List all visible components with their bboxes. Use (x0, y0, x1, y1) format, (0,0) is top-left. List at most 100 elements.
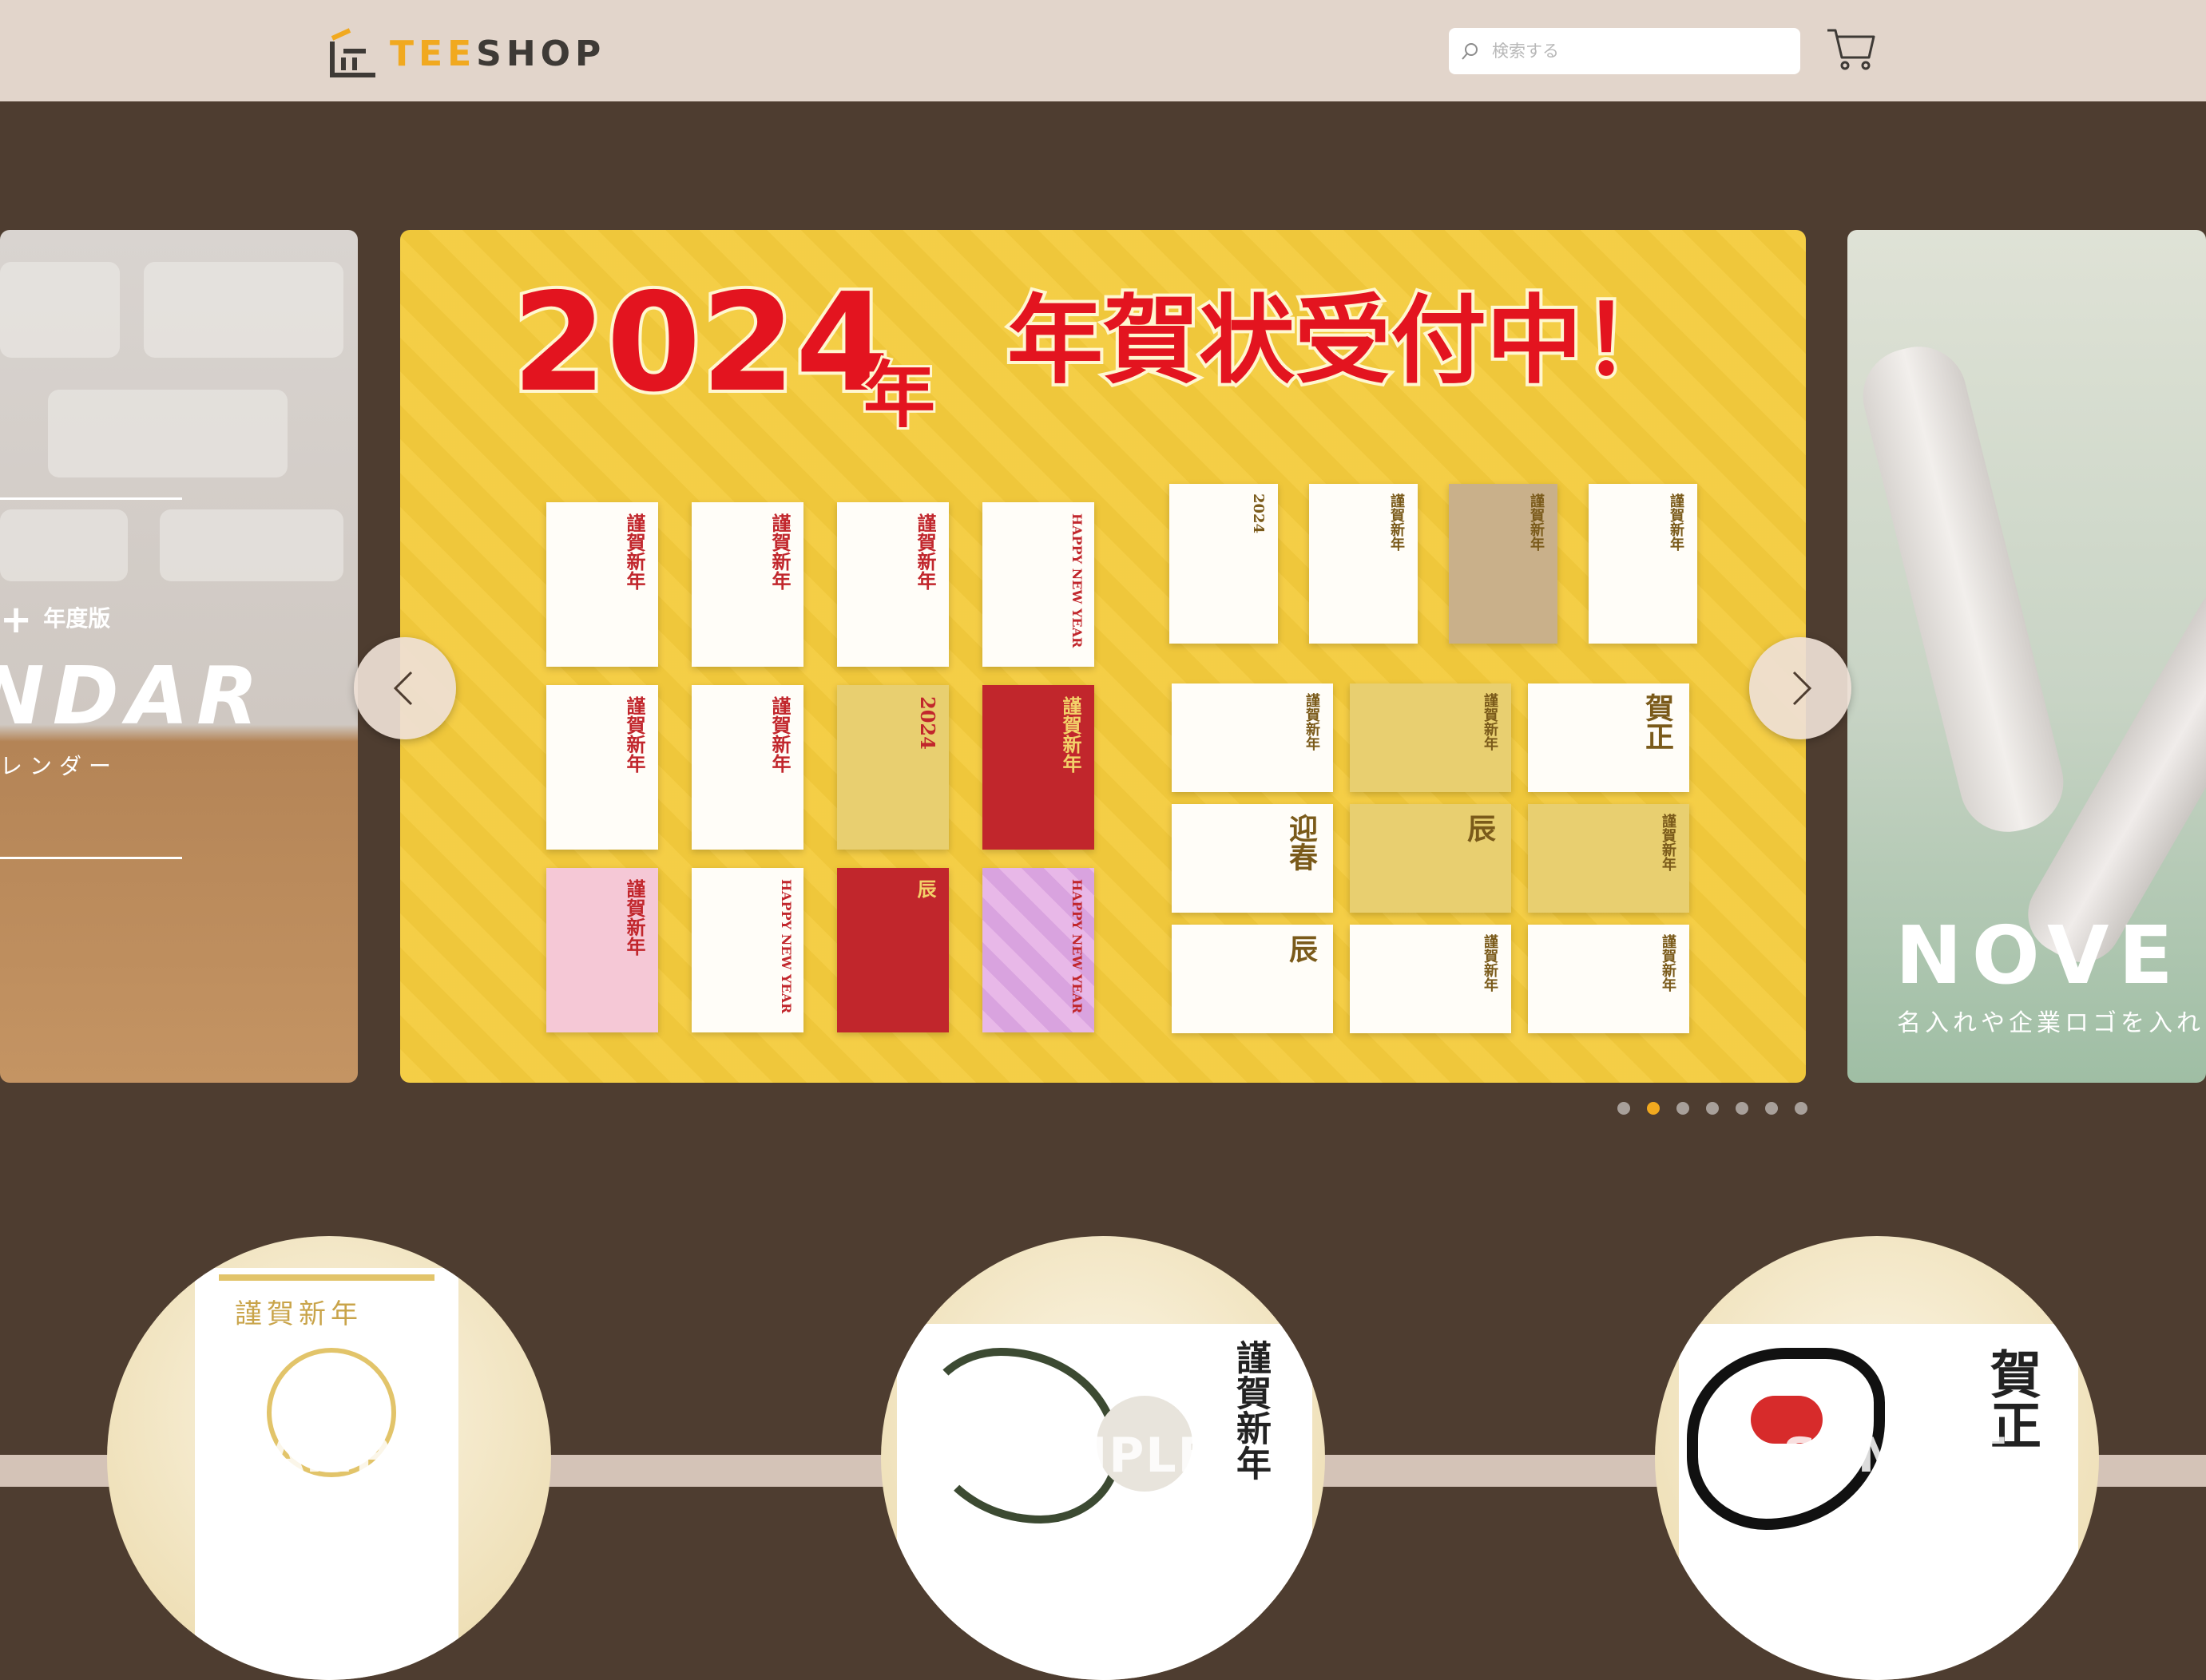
brick-decoration (0, 509, 128, 581)
divider-line (0, 857, 182, 859)
nengajo-card[interactable]: HAPPY NEW YEAR (692, 868, 803, 1032)
card-label: 謹賀新年 (235, 1298, 363, 1330)
site-logo[interactable]: TEESHOP (327, 26, 605, 81)
headline-year: 2024 (512, 270, 890, 422)
carousel-dot[interactable] (1765, 1102, 1778, 1115)
cart-icon[interactable] (1826, 24, 1877, 75)
card-text: 謹賀新年 (623, 513, 646, 590)
nengajo-card[interactable]: 謹賀新年 (1350, 925, 1511, 1033)
nengajo-card[interactable]: HAPPY NEW YEAR (982, 868, 1094, 1032)
chevron-right-icon (1792, 671, 1812, 706)
card-text: 辰 (1284, 934, 1318, 963)
card-text: 謹賀新年 (1528, 493, 1545, 551)
carousel-next-button[interactable] (1749, 637, 1851, 739)
logo-icon (330, 28, 375, 77)
search-input[interactable] (1490, 41, 1789, 61)
nengajo-card[interactable]: 謹賀新年 (1589, 484, 1697, 644)
calendar-subtitle: レンダー (0, 753, 119, 779)
plus-label: + (0, 597, 33, 642)
nengajo-card[interactable]: 2024 (837, 685, 949, 850)
carousel-pagination (1617, 1102, 1807, 1115)
card-label: 謹賀新年 (1230, 1340, 1271, 1480)
novelty-title: NOVE (1895, 909, 2183, 1002)
card-text: 謹賀新年 (1660, 934, 1676, 992)
card-text: 迎春 (1284, 814, 1318, 871)
novelty-subtitle: 名入れや企業ロゴを入れ (1897, 1009, 2204, 1037)
sample-watermark: SAMPLE (1783, 1428, 2010, 1484)
card-text: 謹賀新年 (914, 513, 937, 590)
carousel-slide-calendar[interactable]: + 年度版 NDAR レンダー (0, 230, 358, 1083)
card-text: 賀正 (1641, 693, 1674, 751)
card-text: 謹賀新年 (1388, 493, 1405, 551)
nengajo-card[interactable]: 謹賀新年 (982, 685, 1094, 850)
carousel-dot[interactable] (1795, 1102, 1807, 1115)
nengajo-card[interactable]: 謹賀新年 (1528, 804, 1689, 913)
brick-decoration (0, 262, 120, 358)
card-text: 謹賀新年 (1482, 693, 1498, 751)
card-text: HAPPY NEW YEAR (779, 879, 794, 1014)
card-text: 謹賀新年 (623, 879, 646, 956)
nengajo-card[interactable]: 謹賀新年 (692, 502, 803, 667)
card-text: 謹賀新年 (1660, 814, 1676, 871)
card-text: 謹賀新年 (1482, 934, 1498, 992)
logo-text-shop: SHOP (476, 33, 606, 74)
nengajo-card[interactable]: 謹賀新年 (546, 502, 658, 667)
nengajo-card[interactable]: 辰 (837, 868, 949, 1032)
banner-headline: 2024 年 年賀状受付中！ (509, 270, 1681, 430)
site-header: TEESHOP (0, 0, 2206, 101)
nengajo-card[interactable]: 謹賀新年 (1309, 484, 1418, 644)
sample-watermark: SAMPLE (231, 1428, 458, 1484)
nengajo-card[interactable]: 謹賀新年 (1172, 683, 1333, 792)
tumbler-image (1852, 336, 2074, 842)
card-text: 謹賀新年 (1059, 696, 1082, 773)
category-circle-2[interactable]: 謹賀新年 SAMPLE (881, 1236, 1325, 1680)
card-text: 謹賀新年 (623, 696, 646, 773)
carousel-slide-novelty[interactable]: NOVE 名入れや企業ロゴを入れ (1847, 230, 2206, 1083)
divider-line (0, 497, 182, 500)
carousel-dot[interactable] (1736, 1102, 1748, 1115)
brick-decoration (48, 390, 288, 477)
card-text: 2024 (916, 696, 939, 750)
nengajo-card[interactable]: 謹賀新年 (1449, 484, 1557, 644)
nengajo-card[interactable]: 辰 (1350, 804, 1511, 913)
card-text: 謹賀新年 (1668, 493, 1684, 551)
nengajo-card[interactable]: 賀正 (1528, 683, 1689, 792)
category-circle-3[interactable]: 賀正 SAMPLE (1655, 1236, 2099, 1680)
card-text: 謹賀新年 (768, 696, 792, 773)
calendar-title: NDAR (0, 649, 267, 743)
carousel-dot[interactable] (1706, 1102, 1719, 1115)
nengajo-card[interactable]: 謹賀新年 (1350, 683, 1511, 792)
nengajo-card[interactable]: 謹賀新年 (546, 685, 658, 850)
gold-rule (219, 1274, 434, 1281)
carousel-dot[interactable] (1647, 1102, 1660, 1115)
nengajo-card[interactable]: 迎春 (1172, 804, 1333, 913)
carousel-dot[interactable] (1617, 1102, 1630, 1115)
headline-year-suffix: 年 (863, 354, 935, 430)
card-text: HAPPY NEW YEAR (1069, 879, 1085, 1014)
card-text: 辰 (914, 879, 937, 898)
carousel-dot[interactable] (1676, 1102, 1689, 1115)
category-circle-1[interactable]: 謹賀新年 SAMPLE (107, 1236, 551, 1680)
card-text: 謹賀新年 (768, 513, 792, 590)
nengajo-card[interactable]: 謹賀新年 (1528, 925, 1689, 1033)
search-icon (1462, 43, 1478, 60)
headline-text: 年賀状受付中！ (1007, 286, 1678, 397)
nengajo-card[interactable]: 2024 (1169, 484, 1278, 644)
chevron-left-icon (393, 671, 413, 706)
nengajo-card[interactable]: 謹賀新年 (692, 685, 803, 850)
sample-watermark: SAMPLE (985, 1428, 1212, 1484)
card-text: HAPPY NEW YEAR (1069, 513, 1085, 648)
brick-decoration (144, 262, 343, 358)
card-text: 2024 (1250, 493, 1267, 534)
logo-text-tee: TEE (390, 33, 477, 74)
carousel-prev-button[interactable] (354, 637, 456, 739)
card-text: 謹賀新年 (1303, 693, 1320, 751)
carousel-slide-nengajo[interactable]: 2024 年 年賀状受付中！ 謹賀新年 謹賀新年 謹賀新年 HAPPY NEW YEA… (400, 230, 1806, 1083)
nengajo-card[interactable]: 謹賀新年 (546, 868, 658, 1032)
card-text: 辰 (1462, 814, 1496, 842)
search-box[interactable] (1449, 28, 1800, 74)
nengajo-card[interactable]: HAPPY NEW YEAR (982, 502, 1094, 667)
nengajo-card[interactable]: 謹賀新年 (837, 502, 949, 667)
year-label-text: 年度版 (43, 605, 111, 632)
nengajo-card[interactable]: 辰 (1172, 925, 1333, 1033)
